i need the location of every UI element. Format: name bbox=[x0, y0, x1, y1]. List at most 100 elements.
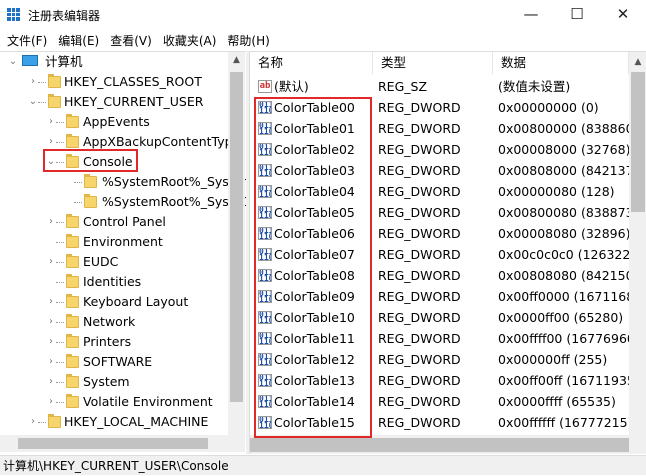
value-data: 0x00c0c0c0 (12632256) bbox=[498, 247, 646, 262]
tree-item[interactable]: › Keyboard Layout bbox=[0, 292, 228, 312]
value-data: 0x00000080 (128) bbox=[498, 184, 615, 199]
tree-item[interactable]: ⌄ 计算机 bbox=[0, 52, 228, 72]
tree-item[interactable]: › HKEY_LOCAL_MACHINE bbox=[0, 412, 228, 432]
value-data: 0x00808080 (8421504) bbox=[498, 268, 646, 283]
chevron-down-icon[interactable]: ⌄ bbox=[8, 52, 18, 72]
menu-item[interactable]: 文件(F) bbox=[4, 30, 55, 50]
value-data: 0x00ff0000 (16711680) bbox=[498, 289, 646, 304]
tree-item[interactable]: › Volatile Environment bbox=[0, 392, 228, 412]
menu-item[interactable]: 查看(V) bbox=[107, 30, 160, 50]
chevron-down-icon[interactable]: ⌄ bbox=[28, 92, 38, 112]
tree-item[interactable]: › EUDC bbox=[0, 252, 228, 272]
chevron-right-icon[interactable]: › bbox=[46, 332, 56, 352]
value-type: REG_DWORD bbox=[378, 226, 461, 241]
tree-item-label: Environment bbox=[83, 234, 163, 249]
chevron-right-icon[interactable]: › bbox=[46, 392, 56, 412]
chevron-right-icon[interactable]: › bbox=[46, 352, 56, 372]
tree-pane: ⌄ 计算机 › HKEY_CLASSES_ROOT ⌄ HKEY_CURRENT_USER… bbox=[0, 51, 246, 454]
value-data: 0x0000ff00 (65280) bbox=[498, 310, 624, 325]
menu-item[interactable]: 帮助(H) bbox=[224, 30, 277, 50]
tree-item-label: HKEY_LOCAL_MACHINE bbox=[64, 414, 209, 429]
tree-item-label: EUDC bbox=[83, 254, 119, 269]
chevron-right-icon[interactable]: › bbox=[28, 72, 38, 92]
value-type: REG_DWORD bbox=[378, 394, 461, 409]
value-type: REG_DWORD bbox=[378, 205, 461, 220]
tree-item[interactable]: › HKEY_CLASSES_ROOT bbox=[0, 72, 228, 92]
scroll-thumb[interactable] bbox=[18, 438, 208, 449]
menu-item[interactable]: 编辑(E) bbox=[55, 30, 107, 50]
value-row[interactable]: ab (默认) REG_SZ (数值未设置) bbox=[250, 76, 629, 97]
tree-item[interactable]: › Control Panel bbox=[0, 212, 228, 232]
menu-bar: 文件(F) 编辑(E) 查看(V) 收藏夹(A) 帮助(H) bbox=[0, 30, 646, 50]
tree-connector bbox=[56, 282, 64, 283]
colortable-highlight-box bbox=[254, 97, 372, 438]
chevron-right-icon[interactable]: › bbox=[28, 412, 38, 432]
tree-connector bbox=[74, 182, 82, 183]
tree-item-label: %SystemRoot%_SysWOW64_cmd.exe bbox=[102, 194, 246, 209]
tree-connector bbox=[56, 382, 64, 383]
tree-item[interactable]: › Printers bbox=[0, 332, 228, 352]
tree-connector bbox=[56, 402, 64, 403]
tree-item[interactable]: › Network bbox=[0, 312, 228, 332]
scroll-up-icon[interactable]: ▲ bbox=[228, 55, 245, 65]
chevron-right-icon[interactable]: › bbox=[46, 112, 56, 132]
tree-item-label: Keyboard Layout bbox=[83, 294, 189, 309]
window-title: 注册表编辑器 bbox=[28, 9, 101, 23]
folder-icon bbox=[66, 294, 79, 308]
value-type: REG_DWORD bbox=[378, 163, 461, 178]
tree-connector bbox=[38, 82, 46, 83]
tree-item[interactable]: › SOFTWARE bbox=[0, 352, 228, 372]
folder-icon bbox=[66, 134, 79, 148]
tree-item-label: AppEvents bbox=[83, 114, 150, 129]
value-data: 0x0000ffff (65535) bbox=[498, 394, 616, 409]
scroll-up-icon[interactable]: ▲ bbox=[629, 57, 646, 67]
minimize-button[interactable]: — bbox=[508, 0, 554, 30]
folder-icon bbox=[66, 334, 79, 348]
tree-connector bbox=[56, 262, 64, 263]
tree-item[interactable]: › System bbox=[0, 372, 228, 392]
scroll-thumb[interactable] bbox=[631, 72, 645, 212]
folder-icon bbox=[84, 174, 97, 188]
tree-item[interactable]: %SystemRoot%_System32_cmd.exe bbox=[0, 172, 246, 192]
tree-connector bbox=[56, 322, 64, 323]
values-pane: 名称 类型 数据 ab(默认)REG_SZ(数值未设置)011110ColorT… bbox=[249, 51, 646, 454]
value-type: REG_DWORD bbox=[378, 331, 461, 346]
console-highlight-box bbox=[43, 149, 138, 172]
value-data: 0x00008000 (32768) bbox=[498, 142, 631, 157]
tree-connector bbox=[56, 302, 64, 303]
column-header-name[interactable]: 名称 bbox=[250, 52, 373, 74]
tree-item-label: %SystemRoot%_System32_cmd.exe bbox=[102, 174, 246, 189]
tree-item[interactable]: Identities bbox=[0, 272, 228, 292]
value-type: REG_DWORD bbox=[378, 142, 461, 157]
tree-vertical-scrollbar[interactable]: ▲ bbox=[228, 52, 245, 435]
value-data: 0x000000ff (255) bbox=[498, 352, 608, 367]
menu-item[interactable]: 收藏夹(A) bbox=[160, 30, 225, 50]
close-button[interactable]: ✕ bbox=[600, 0, 646, 30]
computer-icon bbox=[22, 55, 38, 66]
chevron-right-icon[interactable]: › bbox=[46, 212, 56, 232]
value-type: REG_DWORD bbox=[378, 310, 461, 325]
value-type: REG_DWORD bbox=[378, 289, 461, 304]
string-value-icon: ab bbox=[258, 80, 272, 93]
tree-horizontal-scrollbar[interactable] bbox=[0, 435, 245, 452]
chevron-right-icon[interactable]: › bbox=[46, 292, 56, 312]
tree-item[interactable]: › AppEvents bbox=[0, 112, 228, 132]
chevron-right-icon[interactable]: › bbox=[46, 312, 56, 332]
column-header-data[interactable]: 数据 bbox=[493, 52, 629, 74]
tree-item[interactable]: Environment bbox=[0, 232, 228, 252]
column-header-type[interactable]: 类型 bbox=[373, 52, 493, 74]
folder-icon bbox=[66, 214, 79, 228]
tree-item[interactable]: ⌄ HKEY_CURRENT_USER bbox=[0, 92, 228, 112]
folder-icon bbox=[48, 414, 61, 428]
tree-item[interactable]: %SystemRoot%_SysWOW64_cmd.exe bbox=[0, 192, 246, 212]
value-name: (默认) bbox=[274, 79, 309, 94]
folder-icon bbox=[66, 274, 79, 288]
maximize-button[interactable]: ☐ bbox=[554, 0, 600, 30]
value-type: REG_DWORD bbox=[378, 247, 461, 262]
tree-item-label: Identities bbox=[83, 274, 142, 289]
scroll-thumb[interactable] bbox=[250, 438, 629, 452]
chevron-right-icon[interactable]: › bbox=[46, 372, 56, 392]
chevron-right-icon[interactable]: › bbox=[46, 252, 56, 272]
scroll-thumb[interactable] bbox=[230, 72, 243, 402]
values-vertical-scrollbar[interactable]: ▲ bbox=[629, 52, 646, 435]
